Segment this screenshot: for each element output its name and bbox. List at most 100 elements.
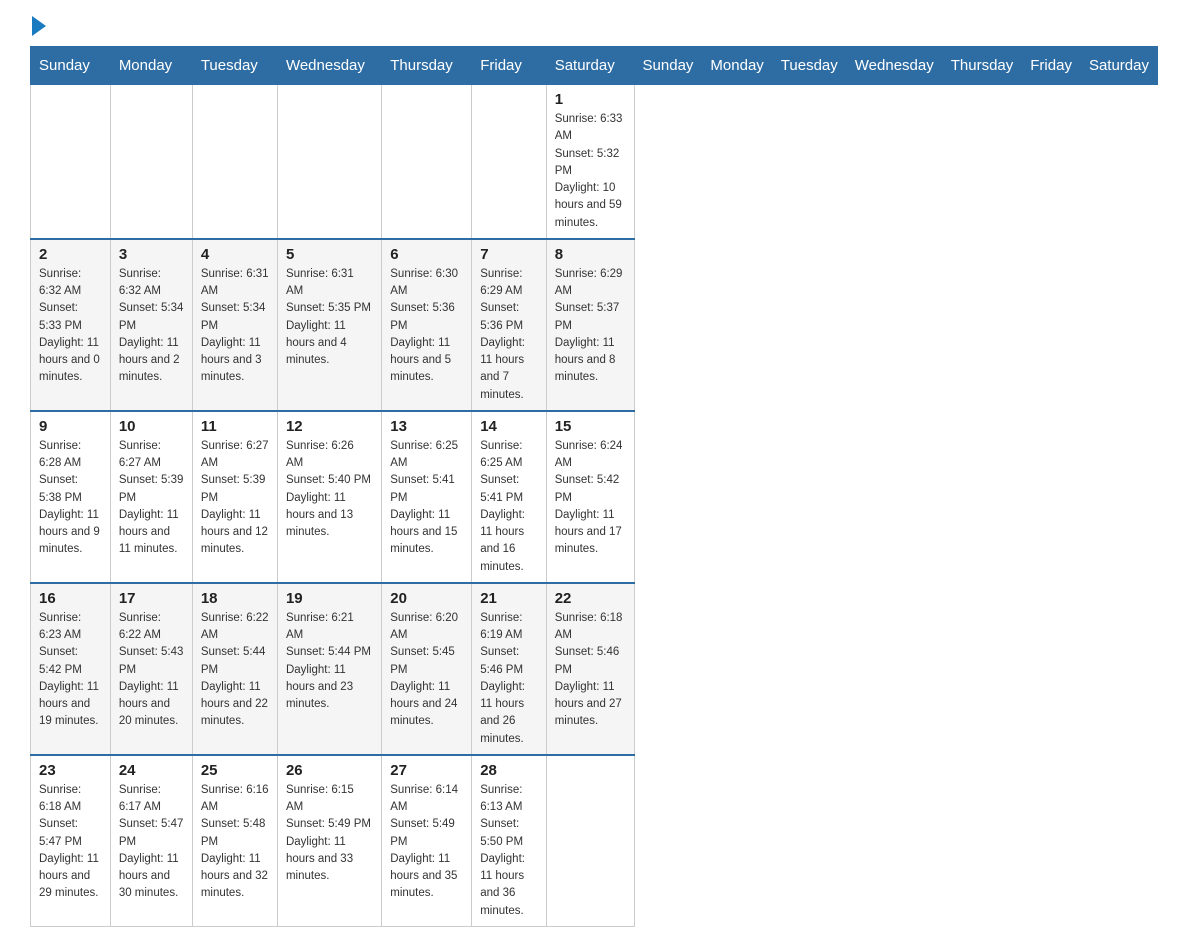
weekday-header: Friday (1022, 47, 1081, 85)
calendar-week-row: 9 Sunrise: 6:28 AM Sunset: 5:38 PM Daylig… (31, 411, 1158, 583)
day-number: 16 (39, 590, 102, 607)
day-number: 1 (555, 91, 626, 108)
day-of-week-header: Wednesday (277, 47, 381, 85)
day-number: 14 (480, 418, 537, 435)
day-of-week-header: Tuesday (192, 47, 277, 85)
calendar-cell: 22 Sunrise: 6:18 AM Sunset: 5:46 PM Dayli… (546, 583, 634, 755)
calendar-cell: 27 Sunrise: 6:14 AM Sunset: 5:49 PM Dayli… (382, 755, 472, 927)
day-of-week-header: Thursday (382, 47, 472, 85)
weekday-header: Sunday (634, 47, 702, 85)
day-sun-info: Sunrise: 6:25 AM Sunset: 5:41 PM Dayligh… (480, 438, 537, 576)
calendar-week-row: 2 Sunrise: 6:32 AM Sunset: 5:33 PM Daylig… (31, 239, 1158, 411)
calendar-cell: 4 Sunrise: 6:31 AM Sunset: 5:34 PM Daylig… (192, 239, 277, 411)
weekday-header: Saturday (1080, 47, 1157, 85)
day-of-week-header: Saturday (546, 47, 634, 85)
day-sun-info: Sunrise: 6:17 AM Sunset: 5:47 PM Dayligh… (119, 782, 184, 903)
calendar-cell: 20Sunrise: 6:20 AM Sunset: 5:45 PM Dayli… (382, 583, 472, 755)
day-sun-info: Sunrise: 6:28 AM Sunset: 5:38 PM Dayligh… (39, 438, 102, 559)
calendar-cell: 18 Sunrise: 6:22 AM Sunset: 5:44 PM Dayli… (192, 583, 277, 755)
day-number: 6 (390, 246, 463, 263)
calendar-cell: 8 Sunrise: 6:29 AM Sunset: 5:37 PM Daylig… (546, 239, 634, 411)
day-sun-info: Sunrise: 6:14 AM Sunset: 5:49 PM Dayligh… (390, 782, 463, 903)
calendar-cell: 7 Sunrise: 6:29 AM Sunset: 5:36 PM Daylig… (472, 239, 546, 411)
day-number: 12 (286, 418, 373, 435)
day-sun-info: Sunrise: 6:32 AM Sunset: 5:33 PM Dayligh… (39, 266, 102, 387)
day-number: 21 (480, 590, 537, 607)
day-number: 13 (390, 418, 463, 435)
calendar-cell: 26Sunrise: 6:15 AM Sunset: 5:49 PM Dayli… (277, 755, 381, 927)
day-sun-info: Sunrise: 6:23 AM Sunset: 5:42 PM Dayligh… (39, 610, 102, 731)
calendar-cell: 9 Sunrise: 6:28 AM Sunset: 5:38 PM Daylig… (31, 411, 111, 583)
day-sun-info: Sunrise: 6:19 AM Sunset: 5:46 PM Dayligh… (480, 610, 537, 748)
day-number: 17 (119, 590, 184, 607)
page-header (30, 20, 1158, 36)
calendar-table: SundayMondayTuesdayWednesdayThursdayFrid… (30, 46, 1158, 927)
calendar-cell (382, 85, 472, 239)
day-number: 24 (119, 762, 184, 779)
day-of-week-header: Friday (472, 47, 546, 85)
logo (30, 20, 46, 36)
calendar-cell: 12 Sunrise: 6:26 AM Sunset: 5:40 PM Dayli… (277, 411, 381, 583)
day-number: 7 (480, 246, 537, 263)
day-of-week-header: Monday (110, 47, 192, 85)
header-row: SundayMondayTuesdayWednesdayThursdayFrid… (31, 47, 1158, 85)
calendar-cell: 1Sunrise: 6:33 AM Sunset: 5:32 PM Daylig… (546, 85, 634, 239)
calendar-cell: 23Sunrise: 6:18 AM Sunset: 5:47 PM Dayli… (31, 755, 111, 927)
calendar-cell: 5Sunrise: 6:31 AM Sunset: 5:35 PM Daylig… (277, 239, 381, 411)
day-number: 9 (39, 418, 102, 435)
day-sun-info: Sunrise: 6:31 AM Sunset: 5:35 PM Dayligh… (286, 266, 373, 370)
calendar-cell: 11 Sunrise: 6:27 AM Sunset: 5:39 PM Dayli… (192, 411, 277, 583)
calendar-cell: 17 Sunrise: 6:22 AM Sunset: 5:43 PM Dayli… (110, 583, 192, 755)
calendar-cell (277, 85, 381, 239)
day-sun-info: Sunrise: 6:30 AM Sunset: 5:36 PM Dayligh… (390, 266, 463, 387)
calendar-cell: 25Sunrise: 6:16 AM Sunset: 5:48 PM Dayli… (192, 755, 277, 927)
day-number: 4 (201, 246, 269, 263)
day-number: 10 (119, 418, 184, 435)
calendar-week-row: 1Sunrise: 6:33 AM Sunset: 5:32 PM Daylig… (31, 85, 1158, 239)
day-number: 22 (555, 590, 626, 607)
weekday-header: Tuesday (772, 47, 846, 85)
day-number: 28 (480, 762, 537, 779)
calendar-cell: 19 Sunrise: 6:21 AM Sunset: 5:44 PM Dayli… (277, 583, 381, 755)
weekday-header: Wednesday (846, 47, 942, 85)
day-number: 11 (201, 418, 269, 435)
calendar-cell: 15Sunrise: 6:24 AM Sunset: 5:42 PM Dayli… (546, 411, 634, 583)
day-number: 3 (119, 246, 184, 263)
day-sun-info: Sunrise: 6:27 AM Sunset: 5:39 PM Dayligh… (201, 438, 269, 559)
day-number: 18 (201, 590, 269, 607)
day-number: 23 (39, 762, 102, 779)
day-sun-info: Sunrise: 6:13 AM Sunset: 5:50 PM Dayligh… (480, 782, 537, 920)
calendar-cell (110, 85, 192, 239)
day-number: 25 (201, 762, 269, 779)
day-sun-info: Sunrise: 6:26 AM Sunset: 5:40 PM Dayligh… (286, 438, 373, 542)
day-sun-info: Sunrise: 6:21 AM Sunset: 5:44 PM Dayligh… (286, 610, 373, 714)
calendar-cell (192, 85, 277, 239)
day-sun-info: Sunrise: 6:32 AM Sunset: 5:34 PM Dayligh… (119, 266, 184, 387)
calendar-cell (546, 755, 634, 927)
day-sun-info: Sunrise: 6:29 AM Sunset: 5:37 PM Dayligh… (555, 266, 626, 387)
day-sun-info: Sunrise: 6:31 AM Sunset: 5:34 PM Dayligh… (201, 266, 269, 387)
day-sun-info: Sunrise: 6:29 AM Sunset: 5:36 PM Dayligh… (480, 266, 537, 404)
day-sun-info: Sunrise: 6:22 AM Sunset: 5:43 PM Dayligh… (119, 610, 184, 731)
calendar-cell: 28 Sunrise: 6:13 AM Sunset: 5:50 PM Dayli… (472, 755, 546, 927)
day-sun-info: Sunrise: 6:25 AM Sunset: 5:41 PM Dayligh… (390, 438, 463, 559)
day-of-week-header: Sunday (31, 47, 111, 85)
day-number: 26 (286, 762, 373, 779)
day-number: 19 (286, 590, 373, 607)
logo-arrow-icon (32, 16, 46, 36)
calendar-cell (472, 85, 546, 239)
calendar-week-row: 16 Sunrise: 6:23 AM Sunset: 5:42 PM Dayli… (31, 583, 1158, 755)
weekday-header: Thursday (942, 47, 1022, 85)
day-number: 8 (555, 246, 626, 263)
day-number: 27 (390, 762, 463, 779)
calendar-cell: 24 Sunrise: 6:17 AM Sunset: 5:47 PM Dayli… (110, 755, 192, 927)
day-sun-info: Sunrise: 6:22 AM Sunset: 5:44 PM Dayligh… (201, 610, 269, 731)
day-sun-info: Sunrise: 6:24 AM Sunset: 5:42 PM Dayligh… (555, 438, 626, 559)
day-sun-info: Sunrise: 6:18 AM Sunset: 5:46 PM Dayligh… (555, 610, 626, 731)
day-number: 2 (39, 246, 102, 263)
day-sun-info: Sunrise: 6:27 AM Sunset: 5:39 PM Dayligh… (119, 438, 184, 559)
calendar-cell: 2 Sunrise: 6:32 AM Sunset: 5:33 PM Daylig… (31, 239, 111, 411)
calendar-cell: 3 Sunrise: 6:32 AM Sunset: 5:34 PM Daylig… (110, 239, 192, 411)
calendar-cell: 13 Sunrise: 6:25 AM Sunset: 5:41 PM Dayli… (382, 411, 472, 583)
day-number: 20 (390, 590, 463, 607)
